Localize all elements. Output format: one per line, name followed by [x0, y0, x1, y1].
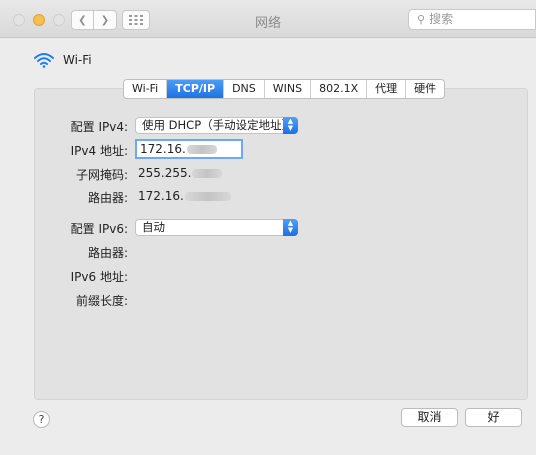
ipv6-router-label: 路由器:: [87, 246, 128, 260]
ipv4-router-label: 路由器:: [87, 191, 128, 205]
tab-hardware[interactable]: 硬件: [405, 80, 444, 98]
ok-button[interactable]: 好: [465, 408, 522, 427]
updown-chevron-icon: ▲ ▼: [283, 219, 298, 236]
tab-wins[interactable]: WINS: [263, 80, 310, 98]
subnet-mask-label: 子网掩码:: [75, 168, 128, 182]
configure-ipv6-value: 自动: [142, 220, 165, 234]
search-icon: ⚲: [417, 13, 426, 26]
search-field[interactable]: ⚲ 搜索: [408, 9, 536, 30]
configure-ipv4-value: 使用 DHCP（手动设定地址）: [142, 118, 294, 132]
tab-bar: Wi-Fi TCP/IP DNS WINS 802.1X 代理 硬件: [123, 79, 446, 99]
updown-chevron-icon: ▲ ▼: [283, 117, 298, 134]
redacted-blur: [192, 169, 223, 178]
interface-header: Wi-Fi: [34, 52, 92, 68]
tab-dns[interactable]: DNS: [223, 80, 264, 98]
redacted-blur: [186, 145, 217, 154]
ipv4-router-value: 172.16.: [138, 189, 184, 203]
cancel-button[interactable]: 取消: [401, 408, 458, 427]
ipv4-router-field: 172.16.: [138, 189, 231, 203]
ipv6-address-label: IPv6 地址:: [70, 270, 128, 284]
tab-wifi[interactable]: Wi-Fi: [124, 80, 166, 98]
ipv4-address-label: IPv4 地址:: [70, 144, 128, 158]
configure-ipv4-select[interactable]: 使用 DHCP（手动设定地址） ▲ ▼: [135, 117, 298, 134]
configure-ipv6-select[interactable]: 自动 ▲ ▼: [135, 219, 298, 236]
ipv4-address-input[interactable]: 172.16.: [135, 139, 243, 159]
prefix-length-label: 前缀长度:: [75, 294, 128, 308]
configure-ipv6-label: 配置 IPv6:: [70, 222, 128, 236]
title-bar: ❮ ❯ 网络 ⚲ 搜索: [0, 0, 536, 38]
ipv4-address-value: 172.16.: [140, 142, 186, 156]
tab-tcpip[interactable]: TCP/IP: [166, 80, 224, 98]
configure-ipv4-label: 配置 IPv4:: [70, 120, 128, 134]
wifi-icon: [34, 53, 54, 68]
subnet-mask-field: 255.255.: [138, 166, 223, 180]
search-placeholder: 搜索: [429, 12, 454, 26]
interface-name: Wi-Fi: [63, 53, 92, 67]
redacted-blur: [184, 192, 231, 201]
subnet-mask-value: 255.255.: [138, 166, 192, 180]
tab-proxy[interactable]: 代理: [366, 80, 405, 98]
help-button[interactable]: ?: [33, 411, 50, 428]
tab-8021x[interactable]: 802.1X: [310, 80, 366, 98]
